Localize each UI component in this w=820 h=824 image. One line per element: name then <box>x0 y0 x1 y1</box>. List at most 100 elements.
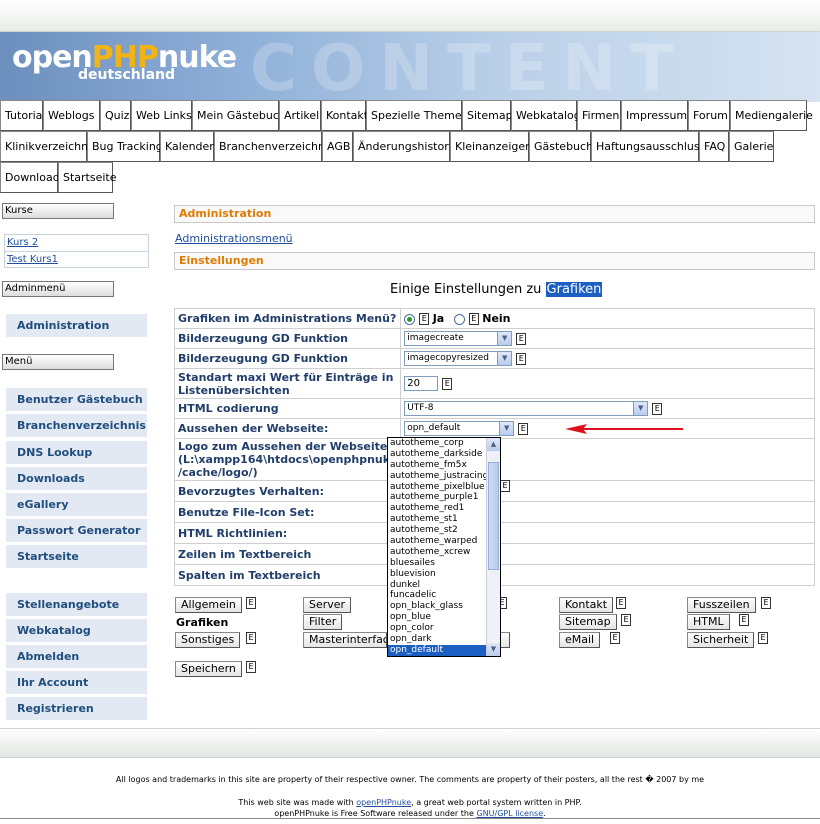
dropdown-option[interactable]: autotheme_warped <box>388 536 500 547</box>
nav-item[interactable]: Weblogs <box>43 100 100 131</box>
dropdown-option[interactable]: autotheme_pixelblue <box>388 482 500 493</box>
dropdown-scrollbar[interactable]: ▲ ▼ <box>486 438 500 656</box>
sidebar-item-administration[interactable]: Administration <box>6 314 147 337</box>
adminmenu-title[interactable]: Adminmenü <box>2 281 114 297</box>
nav-item[interactable]: AGB <box>322 131 353 162</box>
masterinterface-button[interactable]: Masterinterface <box>303 632 387 648</box>
radio-no-label: Nein <box>482 312 511 325</box>
nav-item[interactable]: Mediengalerie <box>730 100 813 131</box>
sidebar-menu-item[interactable]: DNS Lookup <box>6 441 147 464</box>
sidebar-menu-item[interactable]: Ihr Account <box>6 671 147 694</box>
nav-item[interactable]: Galerie <box>729 131 774 162</box>
dropdown-option[interactable]: autotheme_xcrew <box>388 547 500 558</box>
kurse-title[interactable]: Kurse <box>2 203 114 219</box>
scroll-thumb[interactable] <box>488 462 499 570</box>
server-button[interactable]: Server <box>303 597 352 613</box>
speichern-button[interactable]: Speichern <box>175 661 242 677</box>
setting-label: HTML Richtlinien: <box>173 522 402 544</box>
sidebar-menu-item[interactable]: Webkatalog <box>6 619 147 642</box>
dropdown-option[interactable]: autotheme_red1 <box>388 503 500 514</box>
sidebar-menu-item[interactable]: Downloads <box>6 467 147 490</box>
footer-license: openPHPnuke is Free Software released un… <box>0 809 820 818</box>
nav-item[interactable]: Impressum <box>621 100 688 131</box>
sidebar-menu-item[interactable]: Registrieren <box>6 697 147 720</box>
gd-copy-select[interactable]: imagecopyresized ▼ <box>404 351 513 366</box>
sitemap-button[interactable]: Sitemap <box>559 614 617 630</box>
dropdown-option[interactable]: autotheme_purple1 <box>388 492 500 503</box>
nav-item[interactable]: Klinikverzeichnis <box>0 131 97 162</box>
sidebar-menu-item[interactable]: Stellenangebote <box>6 593 147 616</box>
kontakt-button[interactable]: Kontakt <box>559 597 614 613</box>
dropdown-option[interactable]: funcadelic <box>388 590 500 601</box>
sidebar-menu-item[interactable]: Passwort Generator <box>6 519 147 542</box>
radio-no[interactable] <box>453 313 465 325</box>
nav-item[interactable]: Tutorial <box>0 100 45 131</box>
nav-item[interactable]: Sitemap <box>462 100 513 131</box>
dropdown-option[interactable]: autotheme_st2 <box>388 525 500 536</box>
admin-menu-link[interactable]: Administrationsmenü <box>175 232 293 245</box>
dropdown-option[interactable]: opn_color <box>388 623 500 634</box>
nav-item[interactable]: Kontakt <box>321 100 368 131</box>
sidebar-menu-item[interactable]: eGallery <box>6 493 147 516</box>
allgemein-button[interactable]: Allgemein <box>175 597 242 613</box>
gpl-license-link[interactable]: GNU/GPL license <box>476 809 543 818</box>
radio-yes[interactable] <box>404 313 416 325</box>
nav-item[interactable]: Spezielle Themen <box>366 100 469 131</box>
nav-item[interactable]: Kalender <box>160 131 214 162</box>
scroll-up-icon[interactable]: ▲ <box>487 438 500 451</box>
nav-item[interactable]: Gästebuch <box>529 131 593 162</box>
nav-item[interactable]: Startseite <box>58 162 117 193</box>
nav-item[interactable]: Firmen <box>577 100 621 131</box>
nav-item[interactable]: Haftungsausschluss <box>591 131 705 162</box>
sidebar-menu-item[interactable]: Startseite <box>6 545 147 568</box>
sidebar-menu-item[interactable]: Abmelden <box>6 645 147 668</box>
dropdown-option[interactable]: autotheme_st1 <box>388 514 500 525</box>
max-entries-input[interactable]: 20 <box>404 376 439 391</box>
footer-text: openPHPnuke is Free Software released un… <box>274 809 474 818</box>
fusszeilen-button[interactable]: Fusszeilen <box>687 597 756 613</box>
nav-item[interactable]: Artikel <box>279 100 321 131</box>
dropdown-option[interactable]: opn_dark <box>388 634 500 645</box>
theme-dropdown-list[interactable]: autotheme_corp autotheme_darkside autothem… <box>387 437 501 657</box>
sicherheit-button[interactable]: Sicherheit <box>687 632 755 648</box>
dropdown-option[interactable]: bluesailes <box>388 558 500 569</box>
dropdown-option[interactable]: opn_black_glass <box>388 601 500 612</box>
nav-item[interactable]: Bug Tracking <box>87 131 163 162</box>
doc-icon: E <box>419 313 430 325</box>
filter-button[interactable]: Filter <box>303 614 343 630</box>
nav-item[interactable]: Kleinanzeigen <box>450 131 532 162</box>
nav-item[interactable]: Quiz <box>100 100 131 131</box>
gd-function-select[interactable]: imagecreate ▼ <box>404 331 513 346</box>
sidebar-menu-item[interactable]: Branchenverzeichnis <box>6 414 147 437</box>
sidebar-menu-item[interactable]: Benutzer Gästebuch <box>6 388 147 411</box>
menu-title[interactable]: Menü <box>2 354 114 370</box>
nav-item[interactable]: FAQ <box>699 131 729 162</box>
nav-item[interactable]: Webkatalog <box>511 100 581 131</box>
dropdown-option[interactable]: autotheme_darkside <box>388 449 500 460</box>
nav-item[interactable]: Änderungshistorie <box>353 131 459 162</box>
nav-item[interactable]: Mein Gästebuch <box>192 100 286 131</box>
scroll-down-icon[interactable]: ▼ <box>487 643 500 656</box>
footer-text: This web site was made with <box>238 798 354 807</box>
html-encoding-select[interactable]: UTF-8 ▼ <box>404 401 649 416</box>
sonstiges-button[interactable]: Sonstiges <box>175 632 241 648</box>
kurse-link[interactable]: Test Kurs1 <box>5 251 148 267</box>
dropdown-option[interactable]: autotheme_corp <box>388 438 500 449</box>
dropdown-option[interactable]: autotheme_fm5x <box>388 460 500 471</box>
top-bar <box>0 0 820 32</box>
nav-item[interactable]: Branchenverzeichnis <box>214 131 334 162</box>
kurse-link[interactable]: Kurs 2 <box>5 235 148 251</box>
openphpnuke-link[interactable]: openPHPnuke <box>356 798 411 807</box>
nav-item[interactable]: Web Links <box>131 100 192 131</box>
nav-item[interactable]: Download <box>0 162 60 193</box>
doc-icon: E <box>246 597 256 609</box>
dropdown-option[interactable]: dunkel <box>388 580 500 591</box>
theme-select[interactable]: opn_default ▼ <box>404 421 515 436</box>
nav-item[interactable]: Forum <box>688 100 730 131</box>
dropdown-option[interactable]: opn_default <box>388 644 500 656</box>
dropdown-option[interactable]: autotheme_justracing <box>388 471 500 482</box>
dropdown-option[interactable]: bluevision <box>388 569 500 580</box>
email-button[interactable]: eMail <box>559 632 601 648</box>
html-button[interactable]: HTML <box>687 614 730 630</box>
dropdown-option[interactable]: opn_blue <box>388 612 500 623</box>
